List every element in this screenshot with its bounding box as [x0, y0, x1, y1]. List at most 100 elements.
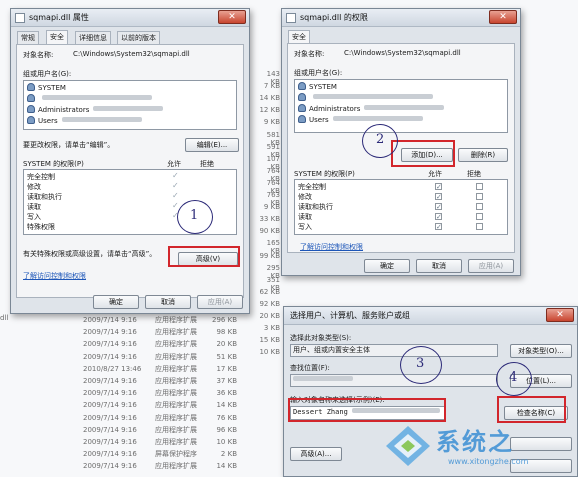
file-size: 96 KB [216, 425, 237, 434]
list-item[interactable]: Users [298, 115, 423, 126]
perm-modify: 修改 [298, 193, 312, 201]
user-group-icon [298, 104, 306, 112]
user-group-icon [298, 115, 306, 123]
allow-check-icon: ✓ [172, 171, 179, 180]
tab-details[interactable]: 详细信息 [75, 31, 111, 44]
close-icon: ✕ [499, 12, 507, 22]
list-item[interactable]: SYSTEM [298, 82, 337, 93]
highlight-check-names [497, 396, 566, 423]
allow-checkbox[interactable]: ✓ [435, 193, 442, 201]
file-row[interactable]: 2010/8/27 13:46 应用程序扩展 17 KB [83, 364, 253, 375]
deny-checkbox[interactable] [476, 193, 483, 200]
close-button[interactable]: ✕ [489, 10, 517, 24]
advanced-button[interactable]: 高级(A)... [290, 447, 342, 461]
user-icon [27, 94, 35, 102]
file-size: 7 KB [263, 82, 280, 91]
learn-access-link[interactable]: 了解访问控制和权限 [23, 271, 86, 281]
user-group-icon [27, 116, 35, 124]
tab-security[interactable]: 安全 [46, 30, 68, 44]
watermark-brand: 系统之 [436, 428, 514, 456]
list-item[interactable]: Administrators [298, 104, 445, 115]
close-icon: ✕ [228, 12, 236, 22]
redacted-text [42, 95, 152, 100]
perm-full-control: 完全控制 [27, 173, 55, 181]
allow-checkbox[interactable]: ✓ [435, 213, 442, 221]
remove-button[interactable]: 删除(R) [458, 148, 508, 162]
perm-read: 读取 [27, 203, 41, 211]
file-row[interactable]: 2009/7/14 9:16 应用程序扩展 20 KB [83, 339, 253, 350]
file-type: 应用程序扩展 [155, 340, 197, 349]
list-item[interactable]: Administrators [27, 105, 164, 116]
file-date: 2009/7/14 9:16 [83, 328, 137, 337]
deny-column: 拒绝 [200, 160, 214, 168]
file-size: 9 KB [263, 203, 280, 212]
file-row[interactable]: 2009/7/14 9:16 应用程序扩展 36 KB [83, 388, 253, 399]
properties-titlebar: sqmapi.dll 属性 ✕ [11, 9, 249, 27]
learn-access-link[interactable]: 了解访问控制和权限 [300, 242, 363, 252]
deny-checkbox[interactable] [476, 203, 483, 210]
file-row[interactable]: 2009/7/14 9:16 应用程序扩展 76 KB [83, 413, 253, 424]
object-name-value: C:\Windows\System32\sqmapi.dll [344, 49, 461, 57]
list-item[interactable] [298, 93, 433, 104]
edit-button[interactable]: 编辑(E)... [185, 138, 239, 152]
close-button[interactable]: ✕ [546, 308, 574, 322]
perm-read-execute: 读取和执行 [298, 203, 333, 211]
file-size: 92 KB [259, 299, 280, 308]
file-row[interactable]: 2009/7/14 9:16 应用程序扩展 14 KB [83, 400, 253, 411]
apply-button[interactable]: 应用(A) [197, 295, 243, 309]
tab-previous-versions[interactable]: 以前的版本 [117, 31, 160, 44]
close-button[interactable]: ✕ [218, 10, 246, 24]
file-size: 3 KB [263, 324, 280, 333]
list-item[interactable]: SYSTEM [27, 83, 66, 94]
file-row[interactable]: 2009/7/14 9:16 应用程序扩展 296 KB [83, 315, 253, 326]
tab-general[interactable]: 常规 [17, 31, 39, 44]
file-size: 10 KB [259, 348, 280, 357]
deny-checkbox[interactable] [476, 213, 483, 220]
file-type: 应用程序扩展 [155, 401, 197, 410]
file-size: 37 KB [216, 377, 237, 385]
file-row[interactable]: 2009/7/14 9:16 应用程序扩展 96 KB [83, 425, 253, 436]
allow-checkbox[interactable]: ✓ [435, 183, 442, 191]
location-label: 查找位置(F): [290, 364, 330, 372]
deny-checkbox[interactable] [476, 223, 483, 230]
permissions-titlebar: sqmapi.dll 的权限 ✕ [282, 9, 520, 27]
file-date: 2009/7/14 9:16 [83, 413, 137, 422]
ok-button[interactable]: 确定 [93, 295, 139, 309]
file-row[interactable]: 2009/7/14 9:16 屏幕保护程序 2 KB [83, 449, 253, 460]
file-size: 20 KB [216, 340, 237, 349]
file-row[interactable]: 2009/7/14 9:16 应用程序扩展 51 KB [83, 352, 253, 363]
deny-checkbox[interactable] [476, 183, 483, 190]
file-size: 2 KB [220, 450, 237, 459]
ok-button[interactable]: 确定 [364, 259, 410, 273]
file-row[interactable]: 2009/7/14 9:16 应用程序扩展 14 KB [83, 461, 253, 472]
list-item[interactable]: Users [27, 116, 142, 127]
redacted-text [293, 376, 353, 381]
cancel-button[interactable]: 取消 [416, 259, 462, 273]
object-types-button[interactable]: 对象类型(O)... [510, 344, 572, 358]
perm-modify: 修改 [27, 183, 41, 191]
tab-security[interactable]: 安全 [288, 30, 310, 44]
file-size: 14 KB [216, 401, 237, 410]
file-type: 应用程序扩展 [155, 377, 197, 385]
deny-column: 拒绝 [467, 170, 481, 178]
users-listbox[interactable]: SYSTEM Administrators Users [23, 80, 237, 130]
file-type: 应用程序扩展 [155, 438, 197, 446]
file-size: 99 KB [259, 251, 280, 260]
object-type-label: 选择此对象类型(S): [290, 334, 352, 342]
object-name-label: 对象名称: [294, 50, 325, 58]
file-size: 14 KB [216, 462, 237, 471]
annotation-number: 2 [376, 132, 385, 147]
allow-checkbox[interactable]: ✓ [435, 203, 442, 211]
file-size: 33 KB [259, 215, 280, 224]
file-type: 应用程序扩展 [155, 364, 197, 373]
watermark: 系统之 www.xitongzhe.com [384, 420, 578, 476]
file-row[interactable]: 2009/7/14 9:16 应用程序扩展 98 KB [83, 327, 253, 338]
allow-checkbox[interactable]: ✓ [435, 223, 442, 231]
file-date: 2009/7/14 9:16 [83, 450, 137, 459]
users-listbox[interactable]: SYSTEM Administrators Users [294, 79, 508, 133]
apply-button[interactable]: 应用(A) [468, 259, 514, 273]
list-item[interactable] [27, 94, 152, 105]
file-row[interactable]: 2009/7/14 9:16 应用程序扩展 10 KB [83, 437, 253, 448]
file-row[interactable]: 2009/7/14 9:16 应用程序扩展 37 KB [83, 376, 253, 387]
cancel-button[interactable]: 取消 [145, 295, 191, 309]
